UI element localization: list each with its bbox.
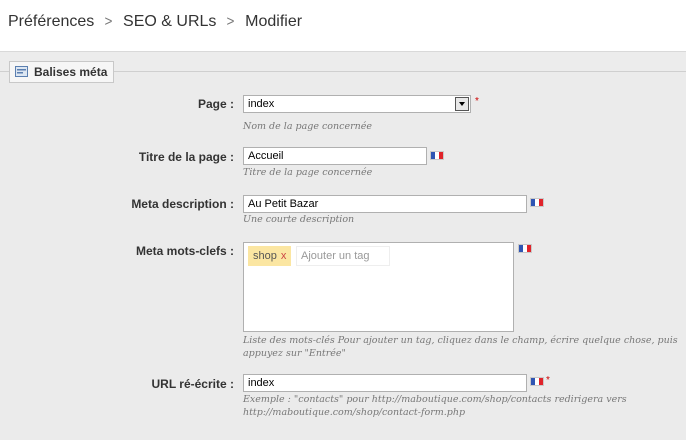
url-help-line: Exemple : "contacts" pour http://mabouti…: [243, 394, 627, 405]
page-select-value: index: [248, 98, 275, 110]
url-label: URL ré-écrite :: [151, 377, 234, 391]
title-field[interactable]: Accueil: [243, 147, 427, 165]
header-bar: Préférences > SEO & URLs > Modifier: [0, 0, 686, 52]
page-select[interactable]: index: [243, 95, 471, 113]
url-field[interactable]: index: [243, 374, 527, 392]
flag-fr-icon[interactable]: [518, 244, 532, 253]
breadcrumb-separator: >: [226, 13, 235, 30]
breadcrumb: Préférences > SEO & URLs > Modifier: [8, 13, 302, 31]
tag-chip-label: shop: [253, 250, 277, 262]
description-help: Une courte description: [243, 214, 355, 225]
required-marker: *: [475, 96, 479, 107]
card-icon: [15, 66, 28, 77]
tag-chip: shop x: [248, 246, 292, 266]
keywords-label: Meta mots-clefs :: [135, 244, 234, 258]
add-tag-input[interactable]: Ajouter un tag: [296, 246, 390, 266]
breadcrumb-item-modifier: Modifier: [245, 13, 303, 30]
page-help: Nom de la page concernée: [243, 121, 372, 132]
url-help: Exemple : "contacts" pour http://mabouti…: [243, 393, 627, 419]
required-marker: *: [546, 375, 550, 386]
flag-fr-icon[interactable]: [530, 377, 544, 386]
keywords-tag-box[interactable]: shop x Ajouter un tag: [243, 242, 514, 332]
keywords-help-line: appuyez sur "Entrée": [243, 348, 346, 359]
flag-fr-icon[interactable]: [430, 151, 444, 160]
description-field[interactable]: Au Petit Bazar: [243, 195, 527, 213]
chevron-down-icon[interactable]: [455, 97, 469, 111]
breadcrumb-item-preferences[interactable]: Préférences: [8, 13, 94, 30]
description-label: Meta description :: [131, 197, 234, 211]
keywords-help-line: Liste des mots-clés Pour ajouter un tag,…: [243, 335, 678, 346]
title-help: Titre de la page concernée: [243, 167, 373, 178]
section-legend: Balises méta: [9, 61, 115, 83]
tag-remove-button[interactable]: x: [281, 250, 287, 262]
url-help-line: http://maboutique.com/shop/contact-form.…: [243, 407, 466, 418]
title-label: Titre de la page :: [138, 150, 234, 164]
breadcrumb-separator: >: [104, 13, 113, 30]
page-label: Page :: [197, 97, 234, 111]
keywords-help: Liste des mots-clés Pour ajouter un tag,…: [243, 334, 678, 360]
section-title: Balises méta: [34, 65, 108, 79]
breadcrumb-item-seo-urls[interactable]: SEO & URLs: [123, 13, 216, 30]
flag-fr-icon[interactable]: [530, 198, 544, 207]
